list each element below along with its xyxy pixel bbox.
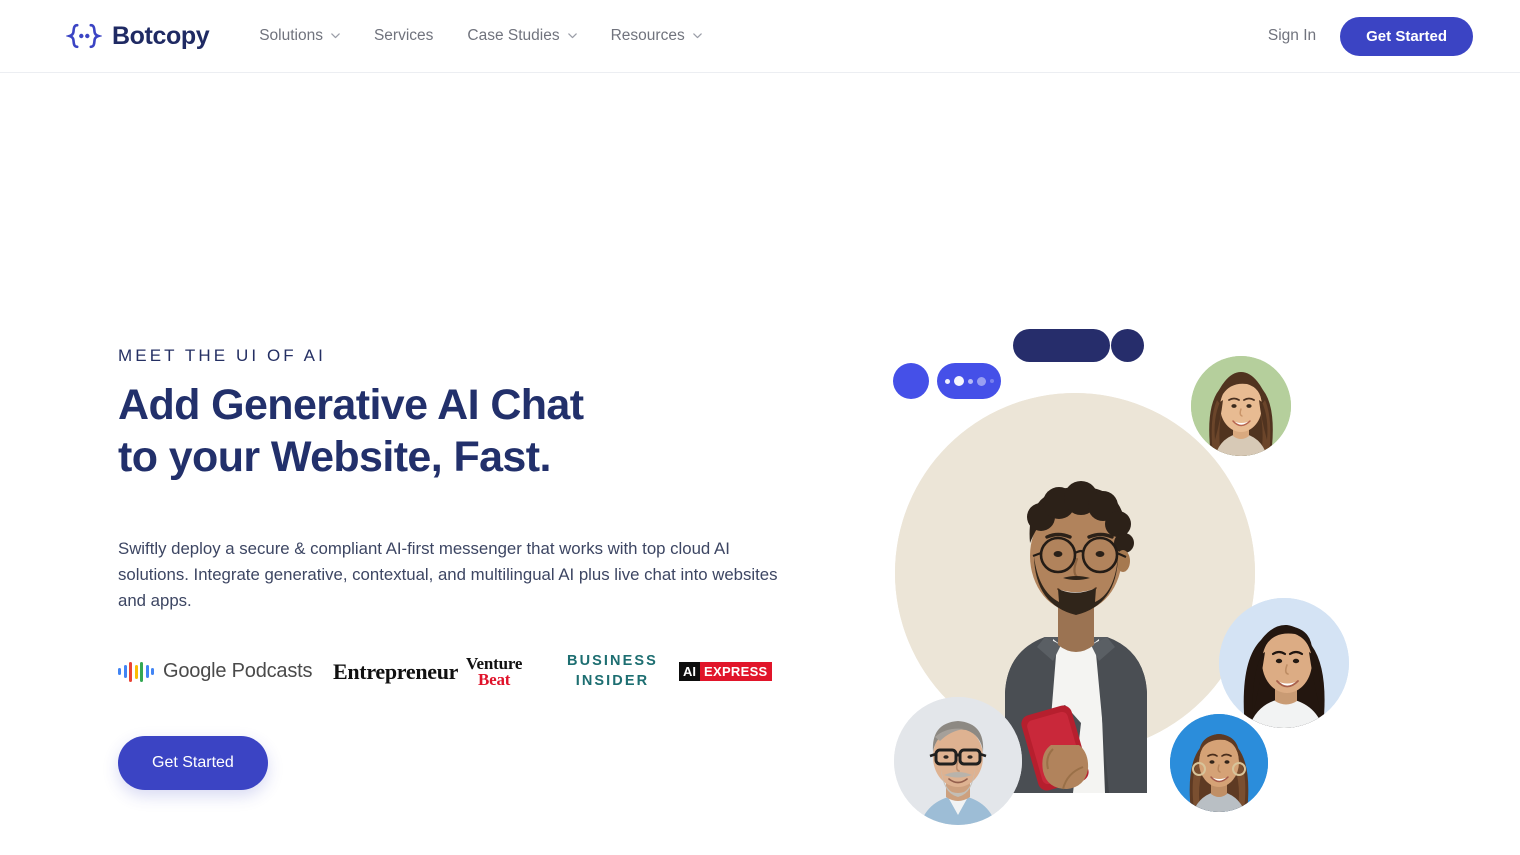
nav-item-resources[interactable]: Resources [594, 19, 719, 53]
press-logo-label: Google Podcasts [163, 660, 313, 683]
avatar-green [1191, 356, 1291, 456]
press-logo-ai-express: AI EXPRESS [679, 651, 772, 693]
chat-bubble-navy-pill [1013, 329, 1110, 362]
press-logo-venturebeat: Venture Beat [466, 651, 567, 693]
hero-section: MEET THE UI OF AI Add Generative AI Chat… [0, 73, 1520, 855]
ai-express-main: EXPRESS [700, 662, 772, 682]
business-insider-top: BUSINESS [567, 653, 658, 670]
chevron-down-icon [330, 30, 340, 40]
press-logo-entrepreneur: Entrepreneur [333, 651, 466, 693]
press-logo-label: Entrepreneur [333, 658, 459, 684]
site-header: Botcopy Solutions Services Case Studies … [0, 0, 1520, 73]
business-insider-bottom: INSIDER [575, 672, 650, 689]
hero-description: Swiftly deploy a secure & compliant AI-f… [118, 539, 778, 610]
avatar-light-blue [1219, 598, 1349, 728]
brand-logo-link[interactable]: Botcopy [65, 21, 210, 51]
header-actions: Sign In Get Started [1268, 16, 1473, 56]
chevron-down-icon [567, 30, 577, 40]
press-logo-business-insider: BUSINESS INSIDER [567, 651, 679, 693]
hero-title-line-1: Add Generative AI Chat [118, 381, 584, 429]
hero-illustration [880, 313, 1380, 833]
braces-dots-icon [65, 23, 103, 49]
google-podcasts-icon [118, 661, 154, 683]
hero-get-started-button[interactable]: Get Started [118, 735, 268, 790]
press-logo-google-podcasts: Google Podcasts [118, 651, 333, 693]
chevron-down-icon [692, 30, 702, 40]
ai-express-badge: AI [679, 662, 700, 682]
brand-name: Botcopy [112, 21, 210, 50]
press-logos-row: Google Podcasts Entrepreneur Venture Bea… [118, 651, 798, 693]
hero-title-line-2: to your Website, Fast. [118, 433, 551, 482]
hero-eyebrow: MEET THE UI OF AI [118, 346, 326, 365]
nav-label: Resources [610, 27, 685, 44]
header-get-started-button[interactable]: Get Started [1340, 16, 1473, 56]
chat-bubble-navy-dot [1111, 329, 1144, 362]
venturebeat-bottom: Beat [477, 669, 511, 689]
press-logo-label: AI EXPRESS [679, 662, 772, 682]
press-logo-label: Venture Beat [466, 655, 522, 689]
avatar-gray [894, 697, 1022, 825]
nav-label: Case Studies [467, 27, 560, 44]
sign-in-link[interactable]: Sign In [1268, 27, 1316, 45]
nav-label: Services [373, 27, 434, 44]
press-logo-label: BUSINESS INSIDER [567, 652, 658, 690]
hero-copy: MEET THE UI OF AI Add Generative AI Chat… [118, 346, 798, 790]
nav-label: Solutions [259, 27, 323, 44]
page-title: Add Generative AI Chat to your Website, … [118, 379, 738, 483]
nav-item-case-studies[interactable]: Case Studies [450, 19, 593, 53]
avatar-blue [1170, 714, 1268, 812]
primary-navigation: Solutions Services Case Studies Resource… [242, 19, 719, 53]
nav-item-services[interactable]: Services [357, 19, 450, 53]
nav-item-solutions[interactable]: Solutions [242, 19, 357, 53]
